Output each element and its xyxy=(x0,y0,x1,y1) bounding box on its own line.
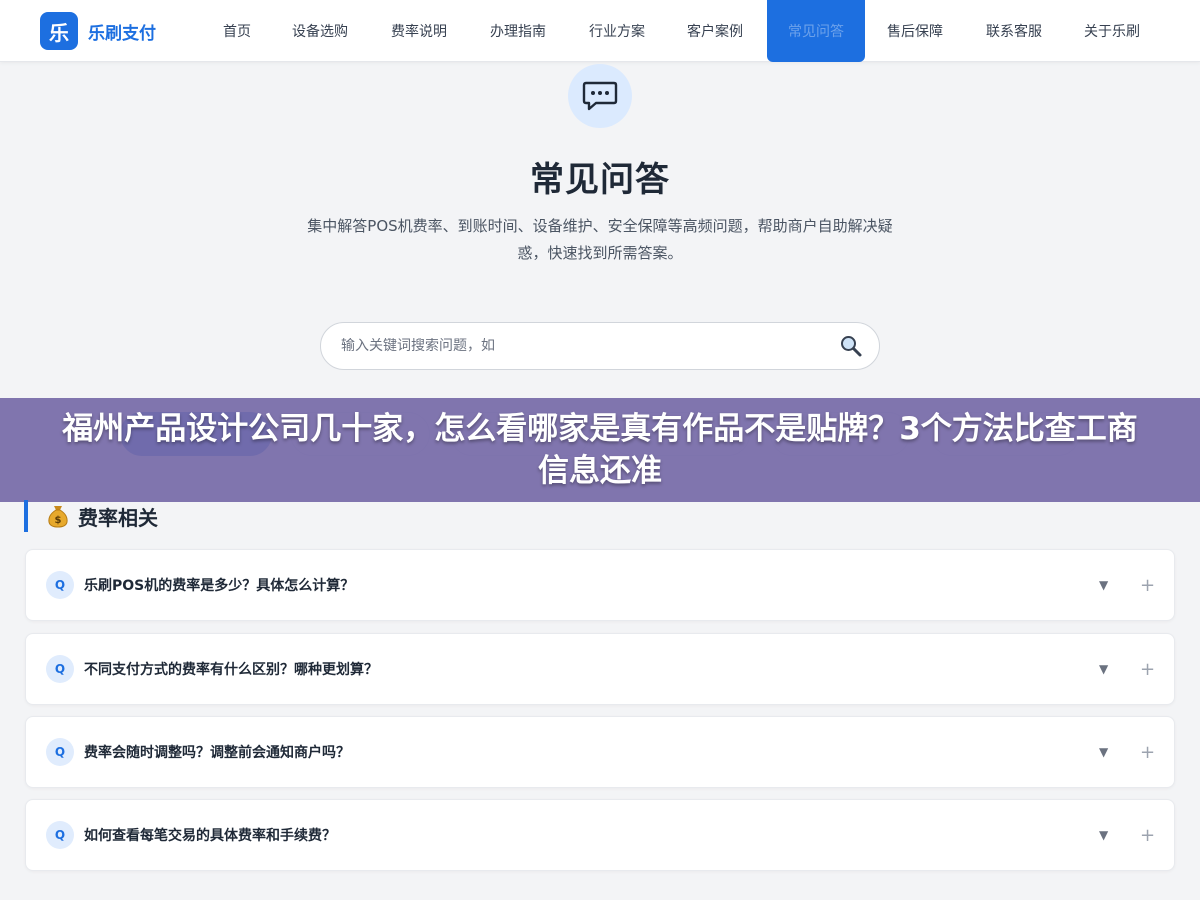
nav-item-label: 行业方案 xyxy=(589,24,645,40)
nav-item-contact[interactable]: 联系客服 xyxy=(965,0,1063,62)
brand-logo[interactable]: 乐 乐刷支付 xyxy=(40,12,156,50)
faq-item[interactable]: Q 不同支付方式的费率有什么区别？哪种更划算？ ▼ + xyxy=(25,633,1175,705)
money-bag-icon: $ xyxy=(46,504,70,528)
faq-question: 乐刷POS机的费率是多少？具体怎么计算？ xyxy=(84,578,355,594)
main-menu: 首页 设备选购 费率说明 办理指南 行业方案 客户案例 常见问答 售后保障 联系… xyxy=(204,0,1161,62)
search-input[interactable] xyxy=(341,338,837,354)
nav-item-label: 售后保障 xyxy=(887,24,943,40)
expand-plus-icon[interactable]: + xyxy=(1140,659,1155,680)
nav-item-guide[interactable]: 办理指南 xyxy=(468,0,568,62)
nav-item-label: 常见问答 xyxy=(788,24,844,40)
brand-name: 乐刷支付 xyxy=(88,23,156,44)
search-box xyxy=(320,322,880,370)
faq-item[interactable]: Q 费率会随时调整吗？调整前会通知商户吗？ ▼ + xyxy=(25,716,1175,788)
nav-item-label: 费率说明 xyxy=(391,24,447,40)
faq-question: 不同支付方式的费率有什么区别？哪种更划算？ xyxy=(84,662,378,678)
faq-item[interactable]: Q 如何查看每笔交易的具体费率和手续费？ ▼ + xyxy=(25,799,1175,871)
page-title: 常见问答 xyxy=(530,160,670,200)
top-navbar: 乐 乐刷支付 首页 设备选购 费率说明 办理指南 行业方案 客户案例 常见问答 … xyxy=(0,0,1200,62)
faq-question: 费率会随时调整吗？调整前会通知商户吗？ xyxy=(84,745,350,761)
question-badge: Q xyxy=(46,738,74,766)
nav-item-home[interactable]: 首页 xyxy=(204,0,270,62)
section-title: 费率相关 xyxy=(78,505,158,530)
question-badge: Q xyxy=(46,571,74,599)
logo-mark: 乐 xyxy=(40,12,78,50)
nav-item-label: 联系客服 xyxy=(986,24,1042,40)
chevron-down-icon[interactable]: ▼ xyxy=(1099,578,1108,592)
svg-text:$: $ xyxy=(55,515,62,526)
faq-question: 如何查看每笔交易的具体费率和手续费？ xyxy=(84,828,336,844)
nav-item-solutions[interactable]: 行业方案 xyxy=(568,0,666,62)
expand-plus-icon[interactable]: + xyxy=(1140,825,1155,846)
faq-item[interactable]: Q 乐刷POS机的费率是多少？具体怎么计算？ ▼ + xyxy=(25,549,1175,621)
chevron-down-icon[interactable]: ▼ xyxy=(1099,662,1108,676)
nav-item-label: 办理指南 xyxy=(490,24,546,40)
nav-item-devices[interactable]: 设备选购 xyxy=(270,0,370,62)
magnifier-icon[interactable] xyxy=(837,332,865,360)
section-header: $ 费率相关 xyxy=(24,500,158,532)
nav-item-faq[interactable]: 常见问答 xyxy=(767,0,865,62)
banner-title: 福州产品设计公司几十家，怎么看哪家是真有作品不是贴牌？3个方法比查工商信息还准 xyxy=(62,411,1138,489)
expand-plus-icon[interactable]: + xyxy=(1140,742,1155,763)
page-description: 集中解答POS机费率、到账时间、设备维护、安全保障等高频问题，帮助商户自助解决疑… xyxy=(307,217,893,262)
article-title-banner: 福州产品设计公司几十家，怎么看哪家是真有作品不是贴牌？3个方法比查工商信息还准 xyxy=(0,398,1200,502)
question-badge: Q xyxy=(46,655,74,683)
nav-item-after-sales[interactable]: 售后保障 xyxy=(865,0,965,62)
expand-plus-icon[interactable]: + xyxy=(1140,575,1155,596)
nav-item-label: 首页 xyxy=(223,24,251,40)
nav-item-label: 客户案例 xyxy=(687,24,743,40)
nav-item-about[interactable]: 关于乐刷 xyxy=(1063,0,1161,62)
nav-item-label: 设备选购 xyxy=(292,24,348,40)
chat-bubble-icon xyxy=(568,64,632,128)
chevron-down-icon[interactable]: ▼ xyxy=(1099,828,1108,842)
chevron-down-icon[interactable]: ▼ xyxy=(1099,745,1108,759)
question-badge: Q xyxy=(46,821,74,849)
nav-item-rates[interactable]: 费率说明 xyxy=(370,0,468,62)
nav-item-label: 关于乐刷 xyxy=(1084,24,1140,40)
nav-item-cases[interactable]: 客户案例 xyxy=(666,0,764,62)
